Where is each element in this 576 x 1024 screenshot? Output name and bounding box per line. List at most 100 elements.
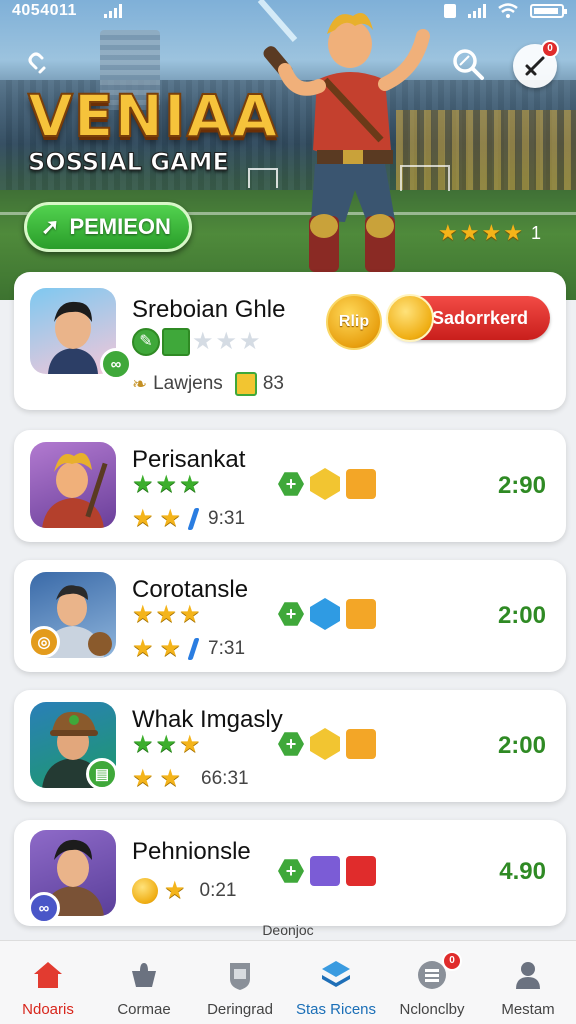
mixed-stars: ★ ★ ★ <box>132 732 201 758</box>
avatar-badge-icon: ▤ <box>86 758 118 790</box>
game-card-1[interactable]: ∞ Sreboian Ghle ✎ ★ ★ ★ ❧ Lawjens 83 Rli… <box>14 272 566 410</box>
score: 2:90 <box>497 472 546 499</box>
star-icon: ★ <box>155 731 178 758</box>
home-icon <box>34 962 62 988</box>
box-icon <box>234 372 257 396</box>
puzzle-icon <box>132 963 156 987</box>
star-icon: ★ <box>179 731 201 758</box>
search-button[interactable] <box>446 42 490 86</box>
nav-label: Nclonclby <box>399 1001 465 1018</box>
nav-item-home[interactable]: Ndoaris <box>0 941 96 1024</box>
star-icon: ★ <box>164 877 186 904</box>
hero-rating: ★ ★ ★ ★ 1 <box>438 220 541 246</box>
profile-icon <box>516 962 540 989</box>
nav-item-profile[interactable]: Mestam <box>480 941 576 1024</box>
star-icon: ★ <box>459 220 480 245</box>
bottom-nav: Ndoaris Cormae Deringrad Stas Ricens 0 N… <box>0 940 576 1024</box>
game-card-2[interactable]: Perisankat ★ ★ ★ ★ ★ 9:31 + 2:90 <box>14 430 566 542</box>
game-subtitle: SOSSIAL GAME <box>28 148 230 177</box>
card-meta: ★ ★ 9:31 <box>132 504 245 533</box>
avatar-badge-icon: ◎ <box>28 626 60 658</box>
plus-icon[interactable]: + <box>278 732 304 756</box>
coin-label: Rlip <box>338 313 370 330</box>
link-icon[interactable] <box>26 50 54 78</box>
stack-icon <box>322 961 350 987</box>
plus-icon[interactable]: + <box>278 859 304 883</box>
star-icon: ★ <box>132 505 154 532</box>
search-icon <box>453 49 484 80</box>
nav-item-ranking[interactable]: Deringrad <box>192 941 288 1024</box>
star-icon: ★ <box>132 471 154 498</box>
hero-character-image <box>257 0 430 272</box>
star-icon: ★ <box>503 220 523 245</box>
nav-item-list[interactable]: 0 Nclonclby <box>384 941 480 1024</box>
premium-button-label: PEMIEON <box>69 214 171 239</box>
nav-label: Mestam <box>501 1001 555 1018</box>
player-name: Sreboian Ghle <box>132 296 286 323</box>
player-name: Whak Imgasly <box>132 706 283 733</box>
star-icon: ★ <box>438 220 458 245</box>
avatar <box>30 442 116 528</box>
arrow-icon: ➚ <box>41 214 60 239</box>
section-label: Deonjoc <box>262 922 314 938</box>
battery-icon <box>530 4 567 18</box>
shield-icon <box>230 963 250 990</box>
star-icon: ★ <box>132 635 154 662</box>
plus-icon[interactable]: + <box>278 602 304 626</box>
score: 2:00 <box>497 602 546 629</box>
cube-icon <box>346 469 376 499</box>
cube-icon <box>346 729 376 759</box>
gold-stars: ★ ★ ★ <box>132 602 201 628</box>
star-icon: ★ <box>132 765 154 792</box>
card-meta: ★ 0:21 <box>132 876 237 905</box>
star-icon: ★ <box>159 505 182 532</box>
premium-button[interactable]: ➚ PEMIEON <box>24 202 192 252</box>
notification-badge: 0 <box>541 40 559 58</box>
nav-item-games[interactable]: Cormae <box>96 941 192 1024</box>
player-name: Pehnionsle <box>132 838 251 865</box>
star-icon: ★ <box>192 328 214 355</box>
sim-icon <box>444 4 456 18</box>
item-icons: + <box>278 728 376 760</box>
hero-banner: 4054011 0 VENIAA SOSSIAL GAME ➚ PEMIEON … <box>0 0 576 300</box>
cube-icon <box>310 856 340 886</box>
score: 2:00 <box>497 732 546 759</box>
divider-icon <box>187 507 200 530</box>
game-card-3[interactable]: ◎ Corotansle ★ ★ ★ ★ ★ 7:31 + 2:00 <box>14 560 566 672</box>
timer: 66:31 <box>201 767 249 789</box>
nav-label: Deringrad <box>207 1001 273 1018</box>
avatar-badge-icon: ∞ <box>28 892 60 924</box>
rating-stars: ✎ ★ ★ ★ <box>132 328 261 356</box>
star-icon: ★ <box>132 601 154 628</box>
status-time: 4054011 <box>12 2 77 19</box>
card-meta: ★ ★ 66:31 <box>132 764 249 793</box>
leaf-icon: ❧ <box>132 373 148 394</box>
game-card-5[interactable]: ∞ Pehnionsle ★ 0:21 + 4.90 <box>14 820 566 926</box>
action-button[interactable]: Sadorrkerd <box>386 294 550 342</box>
score: 4.90 <box>499 858 546 885</box>
meta-value: 83 <box>262 373 284 394</box>
item-icons: + <box>278 598 376 630</box>
status-bar: 4054011 <box>0 0 576 26</box>
nav-label: Stas Ricens <box>295 1001 377 1018</box>
nav-item-stats[interactable]: Stas Ricens <box>288 941 384 1024</box>
plus-icon[interactable]: + <box>278 472 304 496</box>
game-card-4[interactable]: ▤ Whak Imgasly ★ ★ ★ ★ ★ 66:31 + 2:00 <box>14 690 566 802</box>
cube-icon <box>346 856 376 886</box>
player-name: Corotansle <box>132 576 249 603</box>
leaf-icon: ✎ <box>132 328 160 356</box>
signal-icon <box>104 4 122 23</box>
signal-strength-icon <box>468 4 486 18</box>
nav-label: Cormae <box>117 1001 171 1018</box>
avatar-badge-icon: ∞ <box>100 348 132 380</box>
rating-value: 1 <box>530 222 541 243</box>
gem-icon <box>310 728 340 760</box>
star-icon: ★ <box>481 220 502 245</box>
coin-icon <box>132 877 158 904</box>
coin-badge[interactable]: Rlip <box>326 294 382 350</box>
notifications-button[interactable]: 0 <box>513 40 559 88</box>
star-icon: ★ <box>159 635 182 662</box>
star-icon: ★ <box>179 601 201 628</box>
timer: 0:21 <box>199 879 237 901</box>
green-stars: ★ ★ ★ <box>132 472 201 498</box>
